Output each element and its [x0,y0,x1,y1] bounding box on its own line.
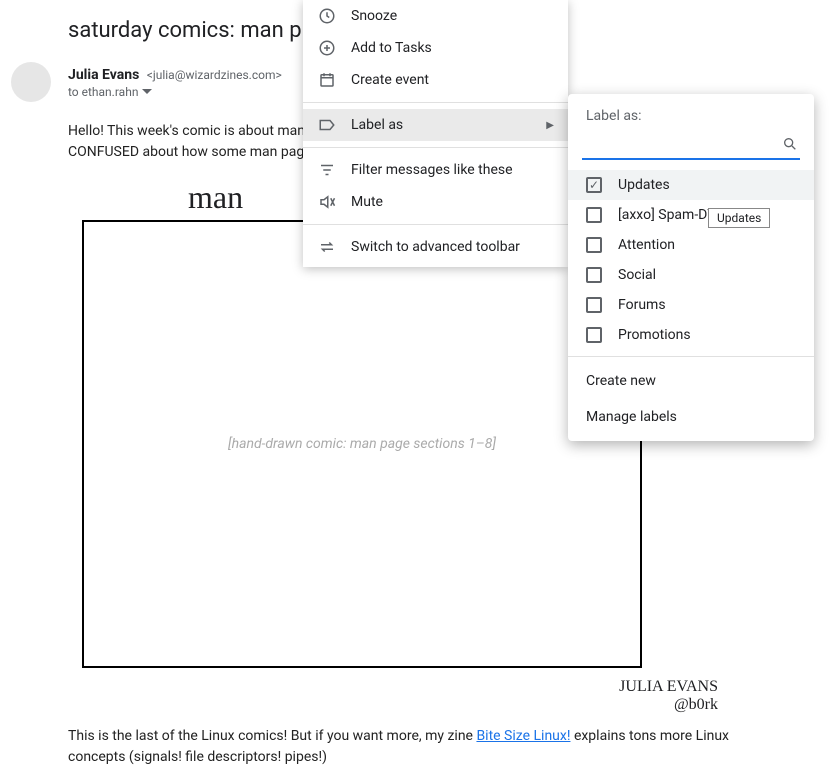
comic-signature: JULIA EVANS @b0rk [68,678,718,714]
label-popup-title: Label as: [568,106,814,132]
menu-label: Mute [351,194,383,210]
menu-label: Switch to advanced toolbar [351,239,520,255]
add-task-icon [317,38,337,58]
filter-icon [317,160,337,180]
label-option-attention[interactable]: Attention [568,230,814,260]
menu-item-filter[interactable]: Filter messages like these [303,154,568,186]
chevron-right-icon: ▶ [546,120,554,131]
mute-icon [317,192,337,212]
calendar-icon [317,70,337,90]
comic-image: [hand-drawn comic: man page sections 1–8… [82,220,642,668]
clock-icon [317,6,337,26]
swap-icon [317,237,337,257]
label-name: Forums [618,297,666,313]
create-new-label[interactable]: Create new [568,363,814,399]
menu-label: Label as [351,117,403,133]
menu-item-label-as[interactable]: Label as ▶ [303,109,568,141]
sender-name: Julia Evans [68,67,139,83]
label-name: Updates [618,177,670,193]
menu-item-add-to-tasks[interactable]: Add to Tasks [303,32,568,64]
label-popup-footer: Create new Manage labels [568,356,814,441]
label-search-field[interactable] [582,134,800,160]
label-option-promotions[interactable]: Promotions [568,320,814,350]
footer-label: Manage labels [586,409,677,425]
label-search-input[interactable] [582,134,800,160]
label-option-social[interactable]: Social [568,260,814,290]
label-option-axxo[interactable]: [axxo] Spam-DVDRIP [568,200,814,230]
menu-label: Filter messages like these [351,162,513,178]
label-as-popup: Label as: Updates [axxo] Spam-DVDRIP Att… [568,94,814,441]
label-list: Updates [axxo] Spam-DVDRIP Attention Soc… [568,170,814,350]
avatar[interactable] [11,62,51,102]
checkbox-icon[interactable] [586,237,602,253]
label-name: Promotions [618,327,691,343]
menu-label: Create event [351,72,429,88]
checkbox-icon[interactable] [586,207,602,223]
bite-size-linux-link[interactable]: Bite Size Linux! [476,728,570,744]
label-option-forums[interactable]: Forums [568,290,814,320]
sender-email: <julia@wizardzines.com> [147,68,282,82]
checkbox-icon[interactable] [586,297,602,313]
tooltip: Updates [708,208,770,228]
label-name: Attention [618,237,675,253]
manage-labels[interactable]: Manage labels [568,399,814,435]
menu-label: Snooze [351,8,397,24]
menu-item-switch-toolbar[interactable]: Switch to advanced toolbar [303,231,568,263]
checkbox-icon[interactable] [586,267,602,283]
menu-separator [303,147,568,148]
menu-separator [303,224,568,225]
recipient-text: to ethan.rahn [68,85,138,99]
label-name: Social [618,267,656,283]
menu-separator [303,102,568,103]
body-paragraph-2: This is the last of the Linux comics! Bu… [68,726,768,768]
label-icon [317,115,337,135]
label-option-updates[interactable]: Updates [568,170,814,200]
menu-item-create-event[interactable]: Create event [303,64,568,96]
menu-item-snooze[interactable]: Snooze [303,0,568,32]
menu-item-mute[interactable]: Mute [303,186,568,218]
context-menu: Snooze Add to Tasks Create event Label a… [303,0,568,267]
checkbox-icon[interactable] [586,177,602,193]
chevron-down-icon[interactable] [142,89,152,95]
search-icon [782,136,798,152]
menu-label: Add to Tasks [351,40,432,56]
checkbox-icon[interactable] [586,327,602,343]
footer-label: Create new [586,373,656,389]
